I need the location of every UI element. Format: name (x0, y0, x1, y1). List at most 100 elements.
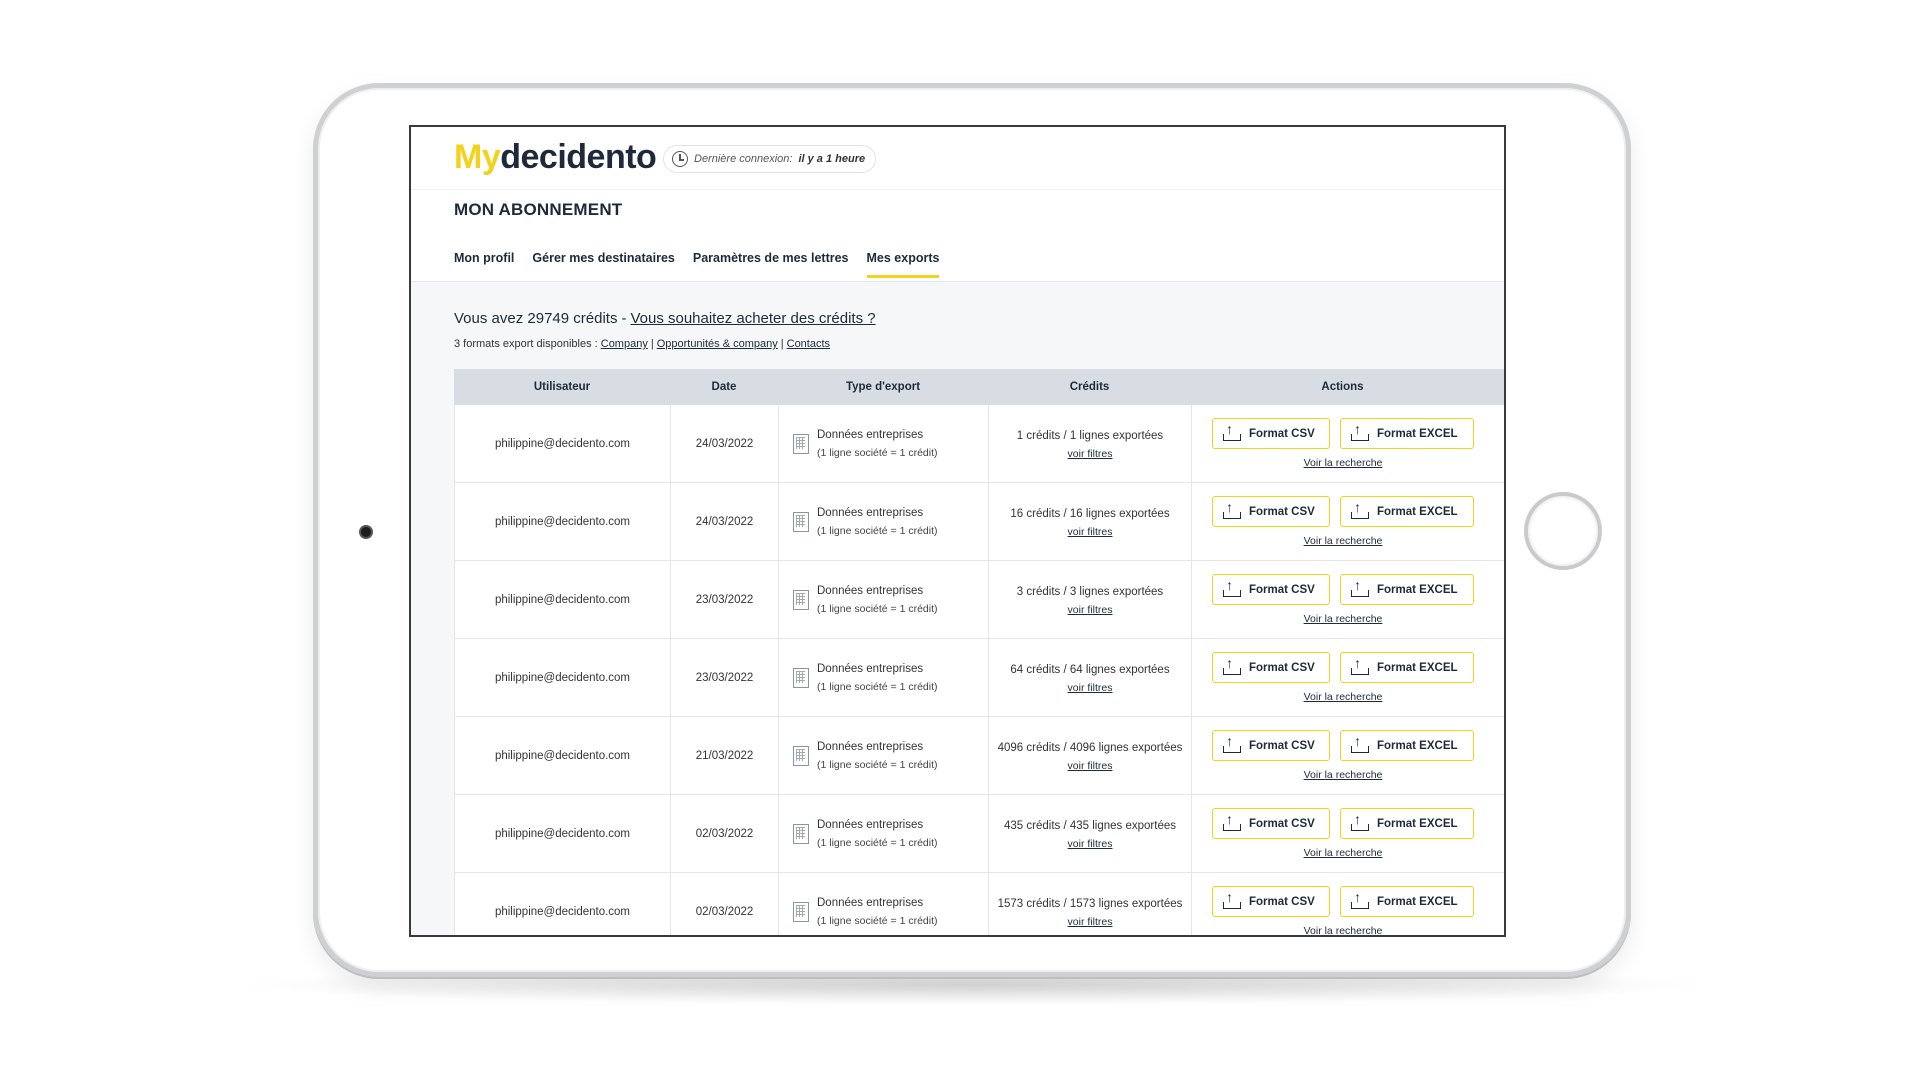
format-csv-button[interactable]: Format CSV (1212, 730, 1330, 761)
last-login-value: il y a 1 heure (798, 153, 866, 165)
credits-value: 3 crédits / 3 lignes exportées (1016, 585, 1164, 598)
type-text: Données entreprises (1 ligne société = 1 … (817, 894, 938, 930)
type-note: (1 ligne société = 1 crédit) (817, 758, 938, 771)
see-filters-link[interactable]: voir filtres (1068, 526, 1113, 538)
credits-count: Vous avez 29749 crédits (454, 310, 618, 327)
format-csv-button[interactable]: Format CSV (1212, 574, 1330, 605)
format-link[interactable]: Company (601, 338, 648, 350)
type-text: Données entreprises (1 ligne société = 1 … (817, 504, 938, 540)
see-filters-link[interactable]: voir filtres (1068, 838, 1113, 850)
main-content: Vous avez 29749 crédits - Vous souhaitez a… (411, 282, 1504, 935)
upload-icon (1351, 577, 1369, 597)
tab-parametres-de-mes-lettres[interactable]: Paramètres de mes lettres (693, 251, 849, 278)
table-body: philippine@decidento.com 24/03/2022 Donnée… (454, 405, 1504, 935)
format-link[interactable]: Contacts (787, 338, 830, 350)
cell-date: 02/03/2022 (670, 873, 778, 935)
type-note: (1 ligne société = 1 crédit) (817, 680, 938, 693)
building-icon (793, 589, 809, 610)
format-csv-label: Format CSV (1249, 817, 1315, 830)
table-row: philippine@decidento.com 24/03/2022 Donnée… (454, 483, 1504, 561)
cell-actions: Format CSV Format EXCEL Voir la recherche (1191, 795, 1494, 872)
building-icon (793, 901, 809, 922)
format-excel-button[interactable]: Format EXCEL (1340, 418, 1474, 449)
logo-my: My (454, 138, 501, 176)
see-search-link[interactable]: Voir la recherche (1304, 847, 1383, 859)
type-label: Données entreprises (817, 740, 924, 753)
export-buttons: Format CSV Format EXCEL (1212, 652, 1474, 683)
cell-user: philippine@decidento.com (454, 405, 670, 482)
credits-value: 16 crédits / 16 lignes exportées (1010, 507, 1170, 520)
tab-bar: Mon profil Gérer mes destinataires Paramèt… (454, 251, 940, 278)
export-buttons: Format CSV Format EXCEL (1212, 496, 1474, 527)
format-csv-label: Format CSV (1249, 661, 1315, 674)
home-button[interactable] (1524, 492, 1602, 570)
type-label: Données entreprises (817, 506, 924, 519)
upload-icon (1351, 421, 1369, 441)
see-filters-link[interactable]: voir filtres (1068, 604, 1113, 616)
cell-type: Données entreprises (1 ligne société = 1 … (778, 717, 988, 794)
clock-icon (672, 151, 688, 167)
see-search-link[interactable]: Voir la recherche (1304, 457, 1383, 469)
type-label: Données entreprises (817, 584, 924, 597)
see-filters-link[interactable]: voir filtres (1068, 682, 1113, 694)
format-link[interactable]: Opportunités & company (657, 338, 778, 350)
format-excel-label: Format EXCEL (1377, 661, 1458, 674)
table-row: philippine@decidento.com 02/03/2022 Donnée… (454, 795, 1504, 873)
header-date: Date (711, 381, 737, 393)
logo[interactable]: Mydecidento (454, 138, 657, 177)
cell-date: 24/03/2022 (670, 405, 778, 482)
see-filters-link[interactable]: voir filtres (1068, 916, 1113, 928)
see-search-link[interactable]: Voir la recherche (1304, 613, 1383, 625)
credits-summary: Vous avez 29749 crédits - Vous souhaitez a… (454, 310, 876, 327)
format-excel-button[interactable]: Format EXCEL (1340, 730, 1474, 761)
tab-mes-exports[interactable]: Mes exports (866, 251, 940, 278)
cell-credits: 64 crédits / 64 lignes exportées voir fil… (988, 639, 1191, 716)
page-title: MON ABONNEMENT (454, 200, 623, 219)
upload-icon (1223, 421, 1241, 441)
see-search-link[interactable]: Voir la recherche (1304, 925, 1383, 935)
see-filters-link[interactable]: voir filtres (1068, 760, 1113, 772)
format-csv-label: Format CSV (1249, 427, 1315, 440)
building-icon (793, 433, 809, 454)
format-excel-button[interactable]: Format EXCEL (1340, 808, 1474, 839)
see-search-link[interactable]: Voir la recherche (1304, 691, 1383, 703)
type-note: (1 ligne société = 1 crédit) (817, 524, 938, 537)
format-excel-button[interactable]: Format EXCEL (1340, 652, 1474, 683)
cell-user: philippine@decidento.com (454, 639, 670, 716)
formats-line: 3 formats export disponibles : Company | O… (454, 338, 830, 350)
format-csv-button[interactable]: Format CSV (1212, 496, 1330, 527)
format-csv-label: Format CSV (1249, 583, 1315, 596)
format-csv-button[interactable]: Format CSV (1212, 886, 1330, 917)
format-excel-button[interactable]: Format EXCEL (1340, 886, 1474, 917)
type-text: Données entreprises (1 ligne société = 1 … (817, 660, 938, 696)
see-search-link[interactable]: Voir la recherche (1304, 535, 1383, 547)
cell-type: Données entreprises (1 ligne société = 1 … (778, 795, 988, 872)
tab-gerer-mes-destinataires[interactable]: Gérer mes destinataires (532, 251, 674, 278)
format-csv-button[interactable]: Format CSV (1212, 652, 1330, 683)
format-excel-button[interactable]: Format EXCEL (1340, 496, 1474, 527)
table-row: philippine@decidento.com 02/03/2022 Donnée… (454, 873, 1504, 935)
format-excel-label: Format EXCEL (1377, 895, 1458, 908)
format-csv-button[interactable]: Format CSV (1212, 418, 1330, 449)
type-label: Données entreprises (817, 818, 924, 831)
upload-icon (1223, 811, 1241, 831)
upload-icon (1351, 733, 1369, 753)
cell-actions: Format CSV Format EXCEL Voir la recherche (1191, 717, 1494, 794)
buy-credits-link[interactable]: Vous souhaitez acheter des crédits ? (630, 310, 875, 327)
export-buttons: Format CSV Format EXCEL (1212, 418, 1474, 449)
exports-table: Utilisateur Date Type d'export Crédits A… (454, 369, 1504, 935)
cell-credits: 4096 crédits / 4096 lignes exportées voir… (988, 717, 1191, 794)
see-search-link[interactable]: Voir la recherche (1304, 769, 1383, 781)
see-filters-link[interactable]: voir filtres (1068, 448, 1113, 460)
formats-label: 3 formats export disponibles : (454, 338, 598, 350)
format-csv-button[interactable]: Format CSV (1212, 808, 1330, 839)
tab-mon-profil[interactable]: Mon profil (454, 251, 514, 278)
camera-icon (359, 525, 373, 539)
cell-credits: 1 crédits / 1 lignes exportées voir filtr… (988, 405, 1191, 482)
credits-value: 1573 crédits / 1573 lignes exportées (997, 897, 1183, 910)
last-login-label: Dernière connexion: (694, 153, 793, 165)
building-icon (793, 745, 809, 766)
format-excel-button[interactable]: Format EXCEL (1340, 574, 1474, 605)
credits-dash: - (621, 310, 627, 327)
cell-date: 23/03/2022 (670, 561, 778, 638)
